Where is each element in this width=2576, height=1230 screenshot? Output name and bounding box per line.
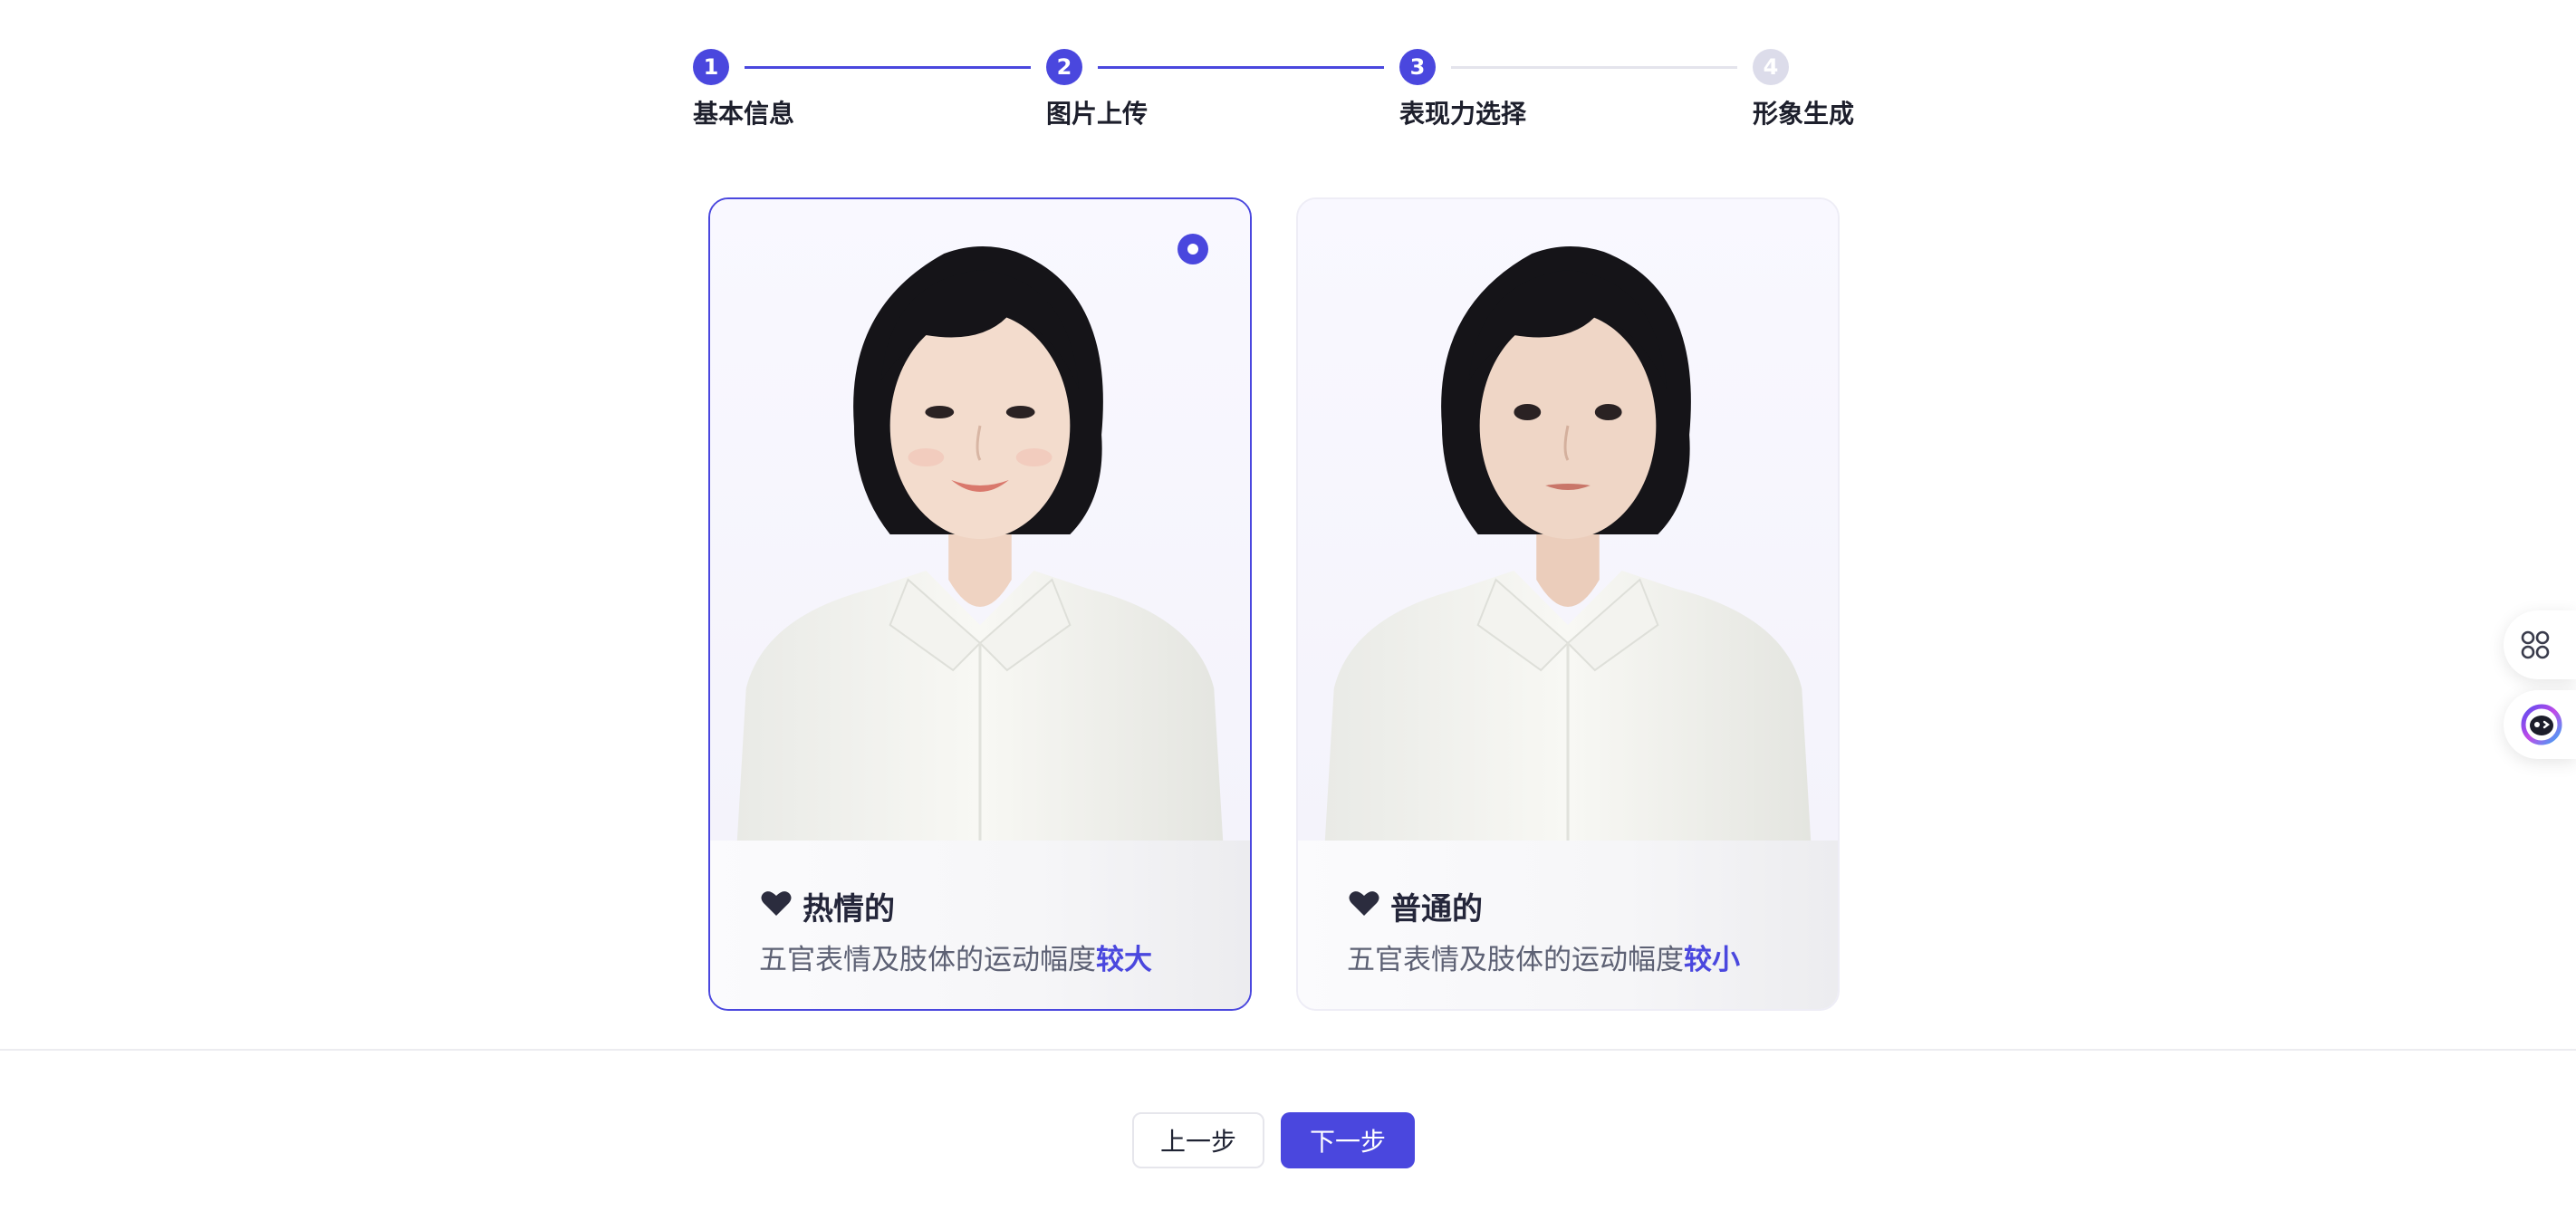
step-2-label: 图片上传 bbox=[1046, 99, 1149, 129]
progress-stepper: 1 基本信息 2 图片上传 3 表现力选择 4 形象生成 bbox=[0, 0, 2576, 145]
heart-icon bbox=[1349, 891, 1379, 916]
step-3-label: 表现力选择 bbox=[1399, 99, 1527, 129]
step-4-number: 4 bbox=[1763, 54, 1779, 80]
apps-float-button[interactable] bbox=[2504, 610, 2576, 679]
apps-grid-icon bbox=[2521, 630, 2550, 659]
step-2-number: 2 bbox=[1056, 54, 1072, 80]
heart-icon bbox=[761, 891, 792, 916]
selected-radio-indicator[interactable] bbox=[1177, 234, 1208, 264]
radio-dot bbox=[1187, 244, 1198, 255]
option-description: 五官表情及肢体的运动幅度较小 bbox=[1347, 937, 1740, 977]
step-connector-2 bbox=[1098, 66, 1384, 69]
step-2-indicator: 2 bbox=[1046, 49, 1082, 85]
option-title: 热情的 bbox=[803, 891, 895, 927]
option-info-panel: 热情的 五官表情及肢体的运动幅度较大 bbox=[710, 841, 1250, 1009]
step-4-label: 形象生成 bbox=[1753, 99, 1855, 129]
option-description-text: 五官表情及肢体的运动幅度 bbox=[759, 944, 1096, 976]
assistant-float-button[interactable] bbox=[2504, 690, 2576, 759]
footer-divider bbox=[0, 1049, 2576, 1051]
assistant-bot-icon bbox=[2521, 704, 2562, 745]
step-1-number: 1 bbox=[703, 54, 719, 80]
step-1-label: 基本信息 bbox=[693, 99, 795, 129]
avatar-photo-neutral bbox=[1298, 199, 1838, 841]
option-card-enthusiastic[interactable]: 热情的 五官表情及肢体的运动幅度较大 bbox=[708, 197, 1252, 1011]
next-step-button[interactable]: 下一步 bbox=[1281, 1112, 1415, 1168]
step-4-indicator: 4 bbox=[1753, 49, 1789, 85]
step-1-indicator: 1 bbox=[693, 49, 729, 85]
step-connector-3 bbox=[1451, 66, 1737, 69]
step-3-number: 3 bbox=[1409, 54, 1426, 80]
option-description-text: 五官表情及肢体的运动幅度 bbox=[1347, 944, 1684, 976]
option-info-panel: 普通的 五官表情及肢体的运动幅度较小 bbox=[1298, 841, 1838, 1009]
option-description: 五官表情及肢体的运动幅度较大 bbox=[759, 937, 1152, 977]
avatar-photo-smiling bbox=[710, 199, 1250, 841]
option-title: 普通的 bbox=[1390, 891, 1483, 927]
option-card-normal[interactable]: 普通的 五官表情及肢体的运动幅度较小 bbox=[1296, 197, 1840, 1011]
prev-step-button[interactable]: 上一步 bbox=[1132, 1112, 1264, 1168]
step-3-indicator: 3 bbox=[1399, 49, 1436, 85]
option-description-highlight: 较大 bbox=[1096, 944, 1152, 976]
option-description-highlight: 较小 bbox=[1684, 944, 1740, 976]
step-connector-1 bbox=[745, 66, 1031, 69]
